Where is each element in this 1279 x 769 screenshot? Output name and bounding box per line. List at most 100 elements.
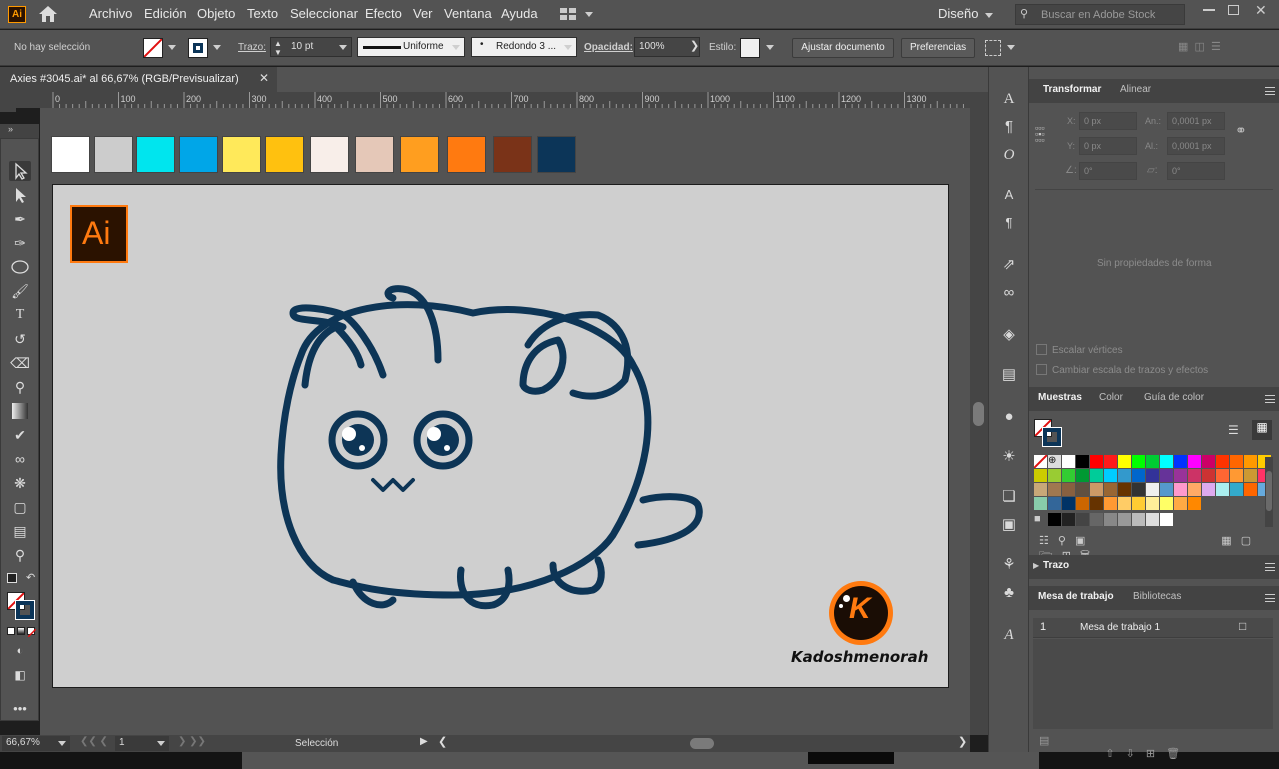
swatch-cell[interactable] [1104, 513, 1117, 526]
palette-swatch[interactable] [447, 136, 486, 173]
collapse-icon[interactable]: ▶ [1033, 561, 1039, 570]
minimize-icon[interactable] [1203, 9, 1215, 11]
palette-swatch[interactable] [265, 136, 304, 173]
zoom-tool-icon[interactable]: ⚲ [9, 545, 31, 565]
swatch-cell[interactable] [1104, 497, 1117, 510]
artboard-options-icon[interactable]: □ [1239, 619, 1246, 633]
graphic-styles-icon[interactable]: ❏ [999, 487, 1019, 507]
chevron-down-icon[interactable] [585, 12, 593, 17]
paintbrush-tool-icon[interactable]: 🖌 [9, 281, 31, 301]
panel-menu-icon[interactable] [1265, 563, 1275, 571]
stroke-weight-field[interactable]: ▲ ▼ 10 pt [270, 37, 352, 57]
document-tab[interactable]: Axies #3045.ai* al 66,67% (RGB/Previsual… [0, 67, 277, 92]
swatch-cell[interactable] [1090, 497, 1103, 510]
chevron-down-icon[interactable] [452, 45, 460, 50]
chevron-right-icon[interactable]: ❯ [690, 39, 699, 52]
swatch-cell[interactable] [1132, 483, 1145, 496]
swatch-cell[interactable] [1244, 483, 1257, 496]
height-field[interactable]: 0,0001 px [1167, 137, 1225, 155]
swatch-cell[interactable] [1118, 513, 1131, 526]
menu-edicion[interactable]: Edición [144, 6, 187, 21]
artboard-footer-icons[interactable]: ▤ ⇧ ⇩ ⊞ 🗑 [1039, 734, 1269, 760]
swatch-cell[interactable] [1118, 497, 1131, 510]
brush-dropdown[interactable]: • Redondo 3 ... [471, 37, 577, 57]
swatch-cell[interactable] [1062, 483, 1075, 496]
more-tools-icon[interactable]: ••• [9, 699, 31, 719]
first-artboard-icon[interactable]: ❮❮ ❮ [80, 736, 108, 747]
menu-ayuda[interactable]: Ayuda [501, 6, 538, 21]
swatch-cell[interactable] [1188, 469, 1201, 482]
home-icon[interactable] [37, 5, 59, 23]
menu-efecto[interactable]: Efecto [365, 6, 402, 21]
chevron-down-icon[interactable] [1007, 45, 1015, 50]
tab-muestras[interactable]: Muestras [1038, 392, 1082, 403]
next-artboard-icon[interactable]: ❯ ❯❯ [178, 736, 206, 747]
swatch-cell[interactable] [1146, 483, 1159, 496]
reference-point-icon[interactable]: ▫▫▫ ▫▪▫ ▫▫▫ [1035, 124, 1053, 145]
swatch-cell[interactable] [1104, 483, 1117, 496]
stroke-color-icon[interactable] [15, 600, 35, 620]
swatch-cell[interactable] [1146, 497, 1159, 510]
gradient-panel-icon[interactable]: ▤ [999, 365, 1019, 385]
pathfinder-icon[interactable]: ▣ [999, 515, 1019, 535]
swatch-cell[interactable] [1188, 455, 1201, 468]
swatch-cell[interactable] [1090, 455, 1103, 468]
export-icon[interactable]: ⇗ [999, 255, 1019, 275]
tab-mesa-de-trabajo[interactable]: Mesa de trabajo [1038, 591, 1114, 602]
links-icon[interactable]: ∞ [999, 283, 1019, 303]
chevron-down-icon[interactable] [564, 45, 572, 50]
selection-tool-icon[interactable] [9, 161, 31, 181]
swatch-cell[interactable] [1160, 483, 1173, 496]
swatch-cell[interactable] [1076, 513, 1089, 526]
swatch-cell[interactable] [1244, 469, 1257, 482]
swatch-cell[interactable] [1174, 483, 1187, 496]
scroll-right-icon[interactable]: ❯ [958, 735, 967, 748]
scroll-left-icon[interactable]: ❮ [438, 735, 447, 748]
scale-corners-checkbox[interactable] [1036, 344, 1047, 355]
transform-icon[interactable] [985, 40, 1001, 56]
swatch-cell[interactable] [1188, 497, 1201, 510]
swatch-cell[interactable] [1034, 483, 1047, 496]
swatch-cell[interactable] [1216, 455, 1229, 468]
swatch-cell[interactable] [1132, 497, 1145, 510]
swatch-cell[interactable] [1076, 483, 1089, 496]
default-colors-icon[interactable] [7, 573, 17, 583]
swatch-cell[interactable] [1244, 455, 1257, 468]
chevron-down-icon[interactable] [339, 45, 347, 50]
list-view-icon[interactable]: ☰ [1228, 423, 1245, 438]
puppet-warp-icon[interactable]: ⚘ [999, 555, 1019, 575]
rotate-tool-icon[interactable]: ↺ [9, 329, 31, 349]
swatch-cell[interactable] [1062, 497, 1075, 510]
menu-objeto[interactable]: Objeto [197, 6, 235, 21]
swatch-cell[interactable] [1202, 483, 1215, 496]
panel-menu-icon[interactable] [1265, 87, 1275, 95]
palette-swatch[interactable] [493, 136, 532, 173]
swatch-cell[interactable] [1062, 455, 1075, 468]
stroke-swatch[interactable] [188, 38, 208, 58]
ellipse-tool-icon[interactable] [9, 257, 31, 277]
transparency-icon[interactable]: ● [999, 407, 1019, 427]
swatch-cell[interactable] [1048, 513, 1061, 526]
swatch-cell[interactable] [1076, 455, 1089, 468]
screen-mode-icon[interactable]: ◧ [9, 665, 31, 685]
chevron-down-icon[interactable] [213, 45, 221, 50]
swatch-cell[interactable] [1160, 455, 1173, 468]
direct-selection-tool-icon[interactable] [9, 185, 31, 205]
shape-builder-tool-icon[interactable]: ⚲ [9, 377, 31, 397]
symbol-sprayer-tool-icon[interactable]: ❋ [9, 473, 31, 493]
swatch-cell[interactable] [1034, 497, 1047, 510]
swatch-cell[interactable] [1048, 469, 1061, 482]
panel-menu-icon[interactable] [1265, 395, 1275, 403]
swatch-cell[interactable] [1048, 497, 1061, 510]
swatch-cell[interactable] [1188, 483, 1201, 496]
slice-tool-icon[interactable]: ▤ [9, 521, 31, 541]
swatch-library-icons[interactable]: ☷ ⚲ ▣ ▦ ▢ 🗁 ⊞ 🗑 [1039, 534, 1259, 562]
swatch-cell[interactable] [1146, 469, 1159, 482]
color-mode-icons[interactable] [7, 627, 37, 638]
swatch-cell[interactable] [1132, 513, 1145, 526]
artboard-number-field[interactable]: 1 [115, 736, 169, 751]
creature-illustration[interactable] [53, 185, 950, 689]
swatch-cell[interactable] [1090, 513, 1103, 526]
drawing-mode-icon[interactable]: ◐ [9, 641, 31, 661]
tab-color[interactable]: Color [1099, 392, 1123, 403]
